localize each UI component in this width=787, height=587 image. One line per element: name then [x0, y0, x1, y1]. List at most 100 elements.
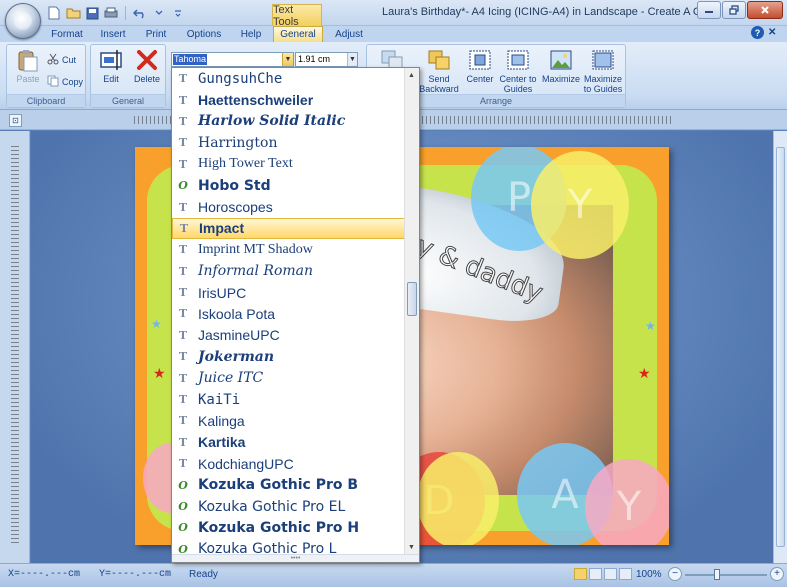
- truetype-font-icon: T: [178, 414, 188, 428]
- minimize-button[interactable]: [697, 1, 721, 19]
- undo-icon[interactable]: [132, 5, 148, 21]
- font-name: Jokerman: [198, 348, 275, 365]
- zoom-slider-track[interactable]: [685, 574, 767, 576]
- copy-icon: [47, 75, 59, 89]
- window-controls: [697, 1, 783, 19]
- scroll-up-arrow-icon[interactable]: ▲: [405, 69, 418, 81]
- view-grid-icon[interactable]: [604, 568, 617, 580]
- font-list-item[interactable]: T Horoscopes: [172, 196, 405, 217]
- truetype-font-icon: T: [179, 221, 189, 235]
- zoom-in-icon[interactable]: +: [770, 567, 784, 581]
- send-backward-button[interactable]: Send Backward: [417, 48, 461, 94]
- view-fullscreen-icon[interactable]: [619, 568, 632, 580]
- center-to-guides-button[interactable]: Center to Guides: [497, 48, 539, 94]
- font-list-item[interactable]: T IrisUPC: [172, 282, 405, 303]
- font-list-item[interactable]: T Kartika: [172, 432, 405, 453]
- y-coordinate: Y=----.---cm: [99, 569, 172, 580]
- font-list-item[interactable]: T KaiTi: [172, 389, 405, 410]
- font-name: Harrington: [198, 134, 278, 151]
- star-icon: ★: [638, 365, 651, 381]
- tab-general[interactable]: General: [273, 26, 323, 42]
- chevron-down-icon[interactable]: ▼: [282, 53, 293, 66]
- resize-grip-icon[interactable]: ••••: [172, 554, 419, 562]
- font-family-combo[interactable]: Tahoma ▼: [171, 52, 294, 67]
- font-list-item[interactable]: T JasmineUPC: [172, 325, 405, 346]
- help-icon[interactable]: ?: [751, 26, 764, 39]
- font-list-item[interactable]: O Kozuka Gothic Pro EL: [172, 496, 405, 517]
- ruler-origin-icon[interactable]: ⊡: [9, 114, 22, 127]
- font-list-item[interactable]: O Hobo Std: [172, 175, 405, 196]
- font-name: IrisUPC: [198, 284, 247, 301]
- font-list-item[interactable]: T Informal Roman: [172, 261, 405, 282]
- zoom-slider-thumb[interactable]: [714, 569, 720, 580]
- close-button[interactable]: [747, 1, 783, 19]
- chevron-down-icon[interactable]: ▼: [347, 53, 357, 66]
- tab-adjust[interactable]: Adjust: [329, 26, 369, 42]
- font-list-item[interactable]: T Juice ITC: [172, 367, 405, 388]
- font-list-item[interactable]: T GungsuhChe: [172, 68, 405, 89]
- edit-button[interactable]: Edit: [94, 48, 128, 84]
- view-buttons: [574, 568, 632, 580]
- truetype-font-icon: T: [178, 200, 188, 214]
- tab-insert[interactable]: Insert: [93, 26, 133, 42]
- font-name: Kalinga: [198, 412, 245, 429]
- vertical-scrollbar-thumb[interactable]: [776, 147, 785, 547]
- scroll-down-arrow-icon[interactable]: ▼: [405, 541, 418, 553]
- application-menu-button[interactable]: [5, 3, 41, 39]
- font-list-item[interactable]: T Harrington: [172, 132, 405, 153]
- font-size-value[interactable]: 1.91 cm: [298, 54, 330, 64]
- open-folder-icon[interactable]: [65, 5, 81, 21]
- font-list-scrollbar-thumb[interactable]: [407, 282, 417, 316]
- font-name: Juice ITC: [198, 370, 264, 387]
- font-list-item[interactable]: O Kozuka Gothic Pro B: [172, 474, 405, 495]
- save-icon[interactable]: [84, 5, 100, 21]
- restore-button[interactable]: [722, 1, 746, 19]
- quick-access-toolbar: [46, 5, 186, 21]
- center-label: Center: [466, 74, 494, 84]
- font-list-item[interactable]: T Imprint MT Shadow: [172, 239, 405, 260]
- tab-print[interactable]: Print: [139, 26, 173, 42]
- cut-button[interactable]: Cut: [47, 53, 76, 67]
- tab-options[interactable]: Options: [180, 26, 228, 42]
- font-family-value[interactable]: Tahoma: [173, 54, 208, 65]
- font-list-item[interactable]: T KodchiangUPC: [172, 453, 405, 474]
- view-guides-icon[interactable]: [589, 568, 602, 580]
- edit-label: Edit: [103, 74, 119, 84]
- maximize-to-guides-icon: [589, 48, 617, 72]
- customize-toolbar-icon[interactable]: [170, 5, 186, 21]
- tab-format[interactable]: Format: [46, 26, 88, 42]
- opentype-font-icon: O: [178, 521, 188, 535]
- new-file-icon[interactable]: [46, 5, 62, 21]
- view-normal-icon[interactable]: [574, 568, 587, 580]
- delete-button[interactable]: Delete: [129, 48, 165, 84]
- opentype-font-icon: O: [178, 478, 188, 492]
- zoom-out-icon[interactable]: −: [668, 567, 682, 581]
- font-list-item[interactable]: O Kozuka Gothic Pro H: [172, 517, 405, 538]
- print-icon[interactable]: [103, 5, 119, 21]
- font-list-item[interactable]: T Harlow Solid Italic: [172, 111, 405, 132]
- font-list-item[interactable]: T Haettenschweiler: [172, 89, 405, 110]
- center-button[interactable]: Center: [465, 48, 495, 84]
- document-close-icon[interactable]: ✕: [768, 27, 779, 38]
- font-list-item[interactable]: T Jokerman: [172, 346, 405, 367]
- font-size-combo[interactable]: 1.91 cm ▼: [295, 52, 358, 67]
- truetype-font-icon: T: [178, 136, 188, 150]
- font-list-item[interactable]: T Kalinga: [172, 410, 405, 431]
- chevron-down-icon[interactable]: [151, 5, 167, 21]
- star-icon: ★: [645, 319, 656, 333]
- general-group: Edit Delete General: [90, 44, 166, 108]
- font-list-item[interactable]: T High Tower Text: [172, 154, 405, 175]
- vertical-ruler: [11, 146, 19, 546]
- font-name: Kozuka Gothic Pro B: [198, 477, 359, 494]
- star-icon: ★: [151, 317, 162, 331]
- paste-button[interactable]: Paste: [11, 48, 45, 84]
- center-icon: [466, 48, 494, 72]
- copy-button[interactable]: Copy: [47, 75, 83, 89]
- tab-help[interactable]: Help: [234, 26, 268, 42]
- font-list-item[interactable]: T Impact: [172, 217, 405, 240]
- maximize-to-guides-button[interactable]: Maximize to Guides: [581, 48, 625, 94]
- maximize-button[interactable]: Maximize: [542, 48, 580, 84]
- font-list-item[interactable]: T Iskoola Pota: [172, 303, 405, 324]
- font-dropdown-list[interactable]: T GungsuhChe T Haettenschweiler T Harlow Soli…: [171, 67, 420, 563]
- title-bar: Text Tools Laura's Birthday*- A4 Icing (…: [0, 0, 787, 28]
